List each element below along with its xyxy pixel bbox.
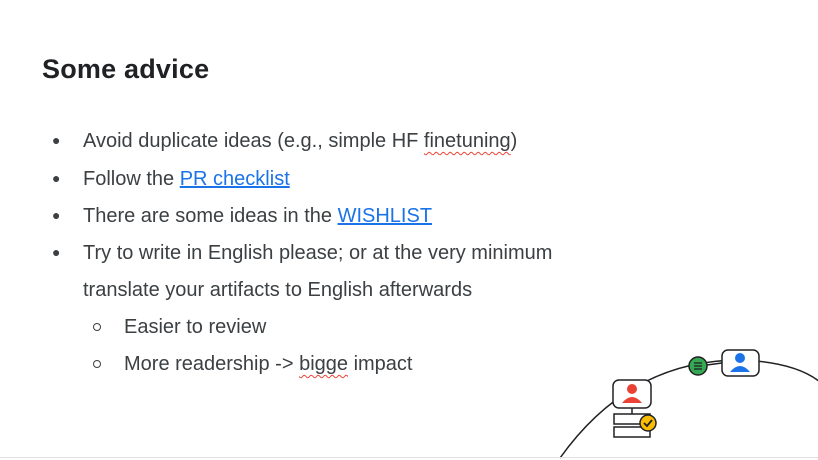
sub-bullet-circle-icon: [93, 323, 101, 331]
bullet-item-4-line-1: Try to write in English please; or at th…: [83, 242, 553, 264]
bullet-text: impact: [348, 353, 413, 375]
bullet-dot-icon: ●: [52, 170, 61, 186]
bullet-text: ): [510, 130, 518, 152]
pr-checklist-link[interactable]: PR checklist: [180, 168, 290, 190]
sub-bullet-item-2: More readership -> bigge impact: [124, 352, 412, 376]
bullet-dot-icon: ●: [52, 132, 61, 148]
network-illustration: [559, 349, 818, 459]
slide: Some advice ● Avoid duplicate ideas (e.g…: [0, 0, 818, 460]
bullet-text: More readership ->: [124, 353, 300, 375]
bullet-text: There are some ideas in the: [83, 205, 338, 227]
chat-bubble-green-icon: [688, 356, 708, 376]
sub-bullet-item-1: Easier to review: [124, 316, 267, 338]
person-card-blue-icon: [721, 349, 760, 377]
bullet-dot-icon: ●: [52, 244, 61, 260]
slide-bottom-border: [0, 457, 818, 458]
sub-bullet-circle-icon: [93, 360, 101, 368]
bullet-dot-icon: ●: [52, 207, 61, 223]
slide-title: Some advice: [42, 54, 210, 84]
bullet-text: Avoid duplicate ideas (e.g., simple HF: [83, 130, 424, 152]
spellcheck-flagged-word[interactable]: finetuning: [424, 130, 511, 152]
bullet-text: Follow the: [83, 168, 180, 190]
bullet-item-3: There are some ideas in the WISHLIST: [83, 204, 432, 228]
connection-arc: [559, 359, 818, 459]
wishlist-link[interactable]: WISHLIST: [338, 205, 432, 227]
bullet-item-4-line-2: translate your artifacts to English afte…: [83, 279, 473, 301]
bullet-item-1: Avoid duplicate ideas (e.g., simple HF f…: [83, 129, 517, 153]
checkmark-badge-yellow-icon: [639, 414, 657, 432]
spellcheck-flagged-word[interactable]: bigge: [299, 353, 348, 375]
bullet-item-2: Follow the PR checklist: [83, 167, 290, 191]
